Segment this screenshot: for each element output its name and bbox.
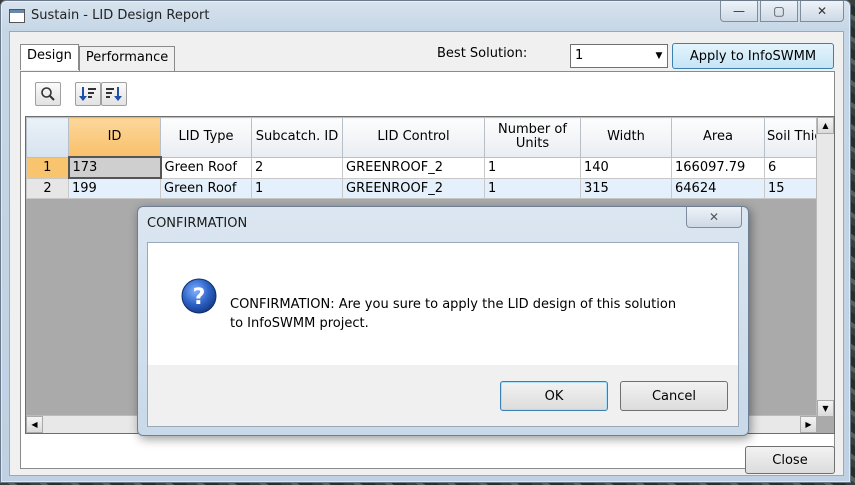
cancel-button[interactable]: Cancel — [620, 381, 728, 411]
apply-to-infoswmm-button[interactable]: Apply to InfoSWMM — [672, 43, 834, 69]
table-cell[interactable]: 166097.79 — [671, 156, 765, 179]
app-icon — [9, 9, 25, 23]
column-header-subcatch-id[interactable]: Subcatch. ID — [251, 117, 343, 158]
ok-button[interactable]: OK — [500, 381, 608, 411]
table-cell[interactable]: 1 — [484, 156, 581, 179]
column-header-width[interactable]: Width — [580, 117, 672, 158]
title-bar[interactable]: Sustain - LID Design Report — ▢ ✕ — [1, 1, 850, 31]
scroll-left-icon[interactable]: ◀ — [26, 416, 43, 433]
table-cell[interactable]: GREENROOF_2 — [342, 156, 485, 179]
table-cell[interactable]: GREENROOF_2 — [342, 177, 485, 199]
dialog-message-area: ? CONFIRMATION: Are you sure to apply th… — [148, 243, 738, 365]
tab-strip: Design Performance — [20, 44, 176, 72]
table-row[interactable]: 2 199 Green Roof 1 GREENROOF_2 1 315 646… — [26, 177, 833, 199]
svg-text:?: ? — [193, 285, 206, 310]
tab-design[interactable]: Design — [20, 44, 79, 70]
scroll-down-icon[interactable]: ▼ — [817, 400, 834, 417]
table-cell[interactable]: 2 — [251, 156, 343, 179]
dialog-message-line-2: to InfoSWMM project. — [230, 316, 369, 331]
sort-descending-icon[interactable] — [101, 82, 127, 106]
column-header-area[interactable]: Area — [671, 117, 765, 158]
tab-performance[interactable]: Performance — [78, 46, 176, 72]
row-header[interactable]: 1 — [26, 156, 69, 179]
column-header-lid-type[interactable]: LID Type — [160, 117, 252, 158]
best-solution-value: 1 — [575, 48, 584, 63]
table-cell[interactable]: 1 — [251, 177, 343, 199]
window-title: Sustain - LID Design Report — [31, 8, 210, 23]
scroll-up-icon[interactable]: ▲ — [817, 117, 834, 134]
best-solution-label: Best Solution: — [437, 46, 528, 61]
column-header-number-of-units[interactable]: Number of Units — [484, 117, 581, 158]
minimize-button[interactable]: — — [720, 1, 758, 22]
close-button[interactable]: Close — [745, 446, 835, 474]
close-window-button[interactable]: ✕ — [800, 1, 844, 22]
column-header-lid-control[interactable]: LID Control — [342, 117, 485, 158]
table-row[interactable]: 1 173 Green Roof 2 GREENROOF_2 1 140 166… — [26, 156, 833, 179]
table-cell[interactable]: 64624 — [671, 177, 765, 199]
best-solution-dropdown[interactable]: 1 ▼ — [570, 44, 668, 68]
table-cell[interactable]: Green Roof — [160, 156, 252, 179]
table-cell[interactable]: 1 — [484, 177, 581, 199]
table-cell[interactable]: 140 — [580, 156, 672, 179]
corner-header[interactable] — [26, 117, 69, 158]
dialog-body: ? CONFIRMATION: Are you sure to apply th… — [147, 242, 739, 427]
vertical-scrollbar[interactable]: ▲ ▼ — [816, 117, 834, 417]
dialog-title: CONFIRMATION — [147, 216, 248, 231]
confirmation-dialog: CONFIRMATION ✕ ? CONFIRMATION: Are you s… — [137, 206, 749, 436]
table-cell[interactable]: 173 — [67, 156, 162, 179]
table-cell[interactable]: Green Roof — [160, 177, 252, 199]
scroll-right-icon[interactable]: ▶ — [800, 416, 817, 433]
dialog-message: CONFIRMATION: Are you sure to apply the … — [230, 295, 676, 333]
question-icon: ? — [181, 278, 217, 314]
row-header[interactable]: 2 — [26, 177, 69, 199]
table-cell[interactable]: 315 — [580, 177, 672, 199]
dropdown-arrow-icon: ▼ — [655, 51, 663, 61]
table-cell[interactable]: 199 — [68, 177, 161, 199]
search-icon[interactable] — [35, 82, 61, 106]
dialog-message-line-1: CONFIRMATION: Are you sure to apply the … — [230, 297, 677, 312]
number-of-units-label: Number of Units — [498, 122, 567, 152]
column-header-id[interactable]: ID — [68, 117, 161, 158]
sort-ascending-icon[interactable] — [75, 82, 101, 106]
dialog-close-button[interactable]: ✕ — [686, 207, 742, 228]
maximize-button[interactable]: ▢ — [760, 1, 798, 22]
